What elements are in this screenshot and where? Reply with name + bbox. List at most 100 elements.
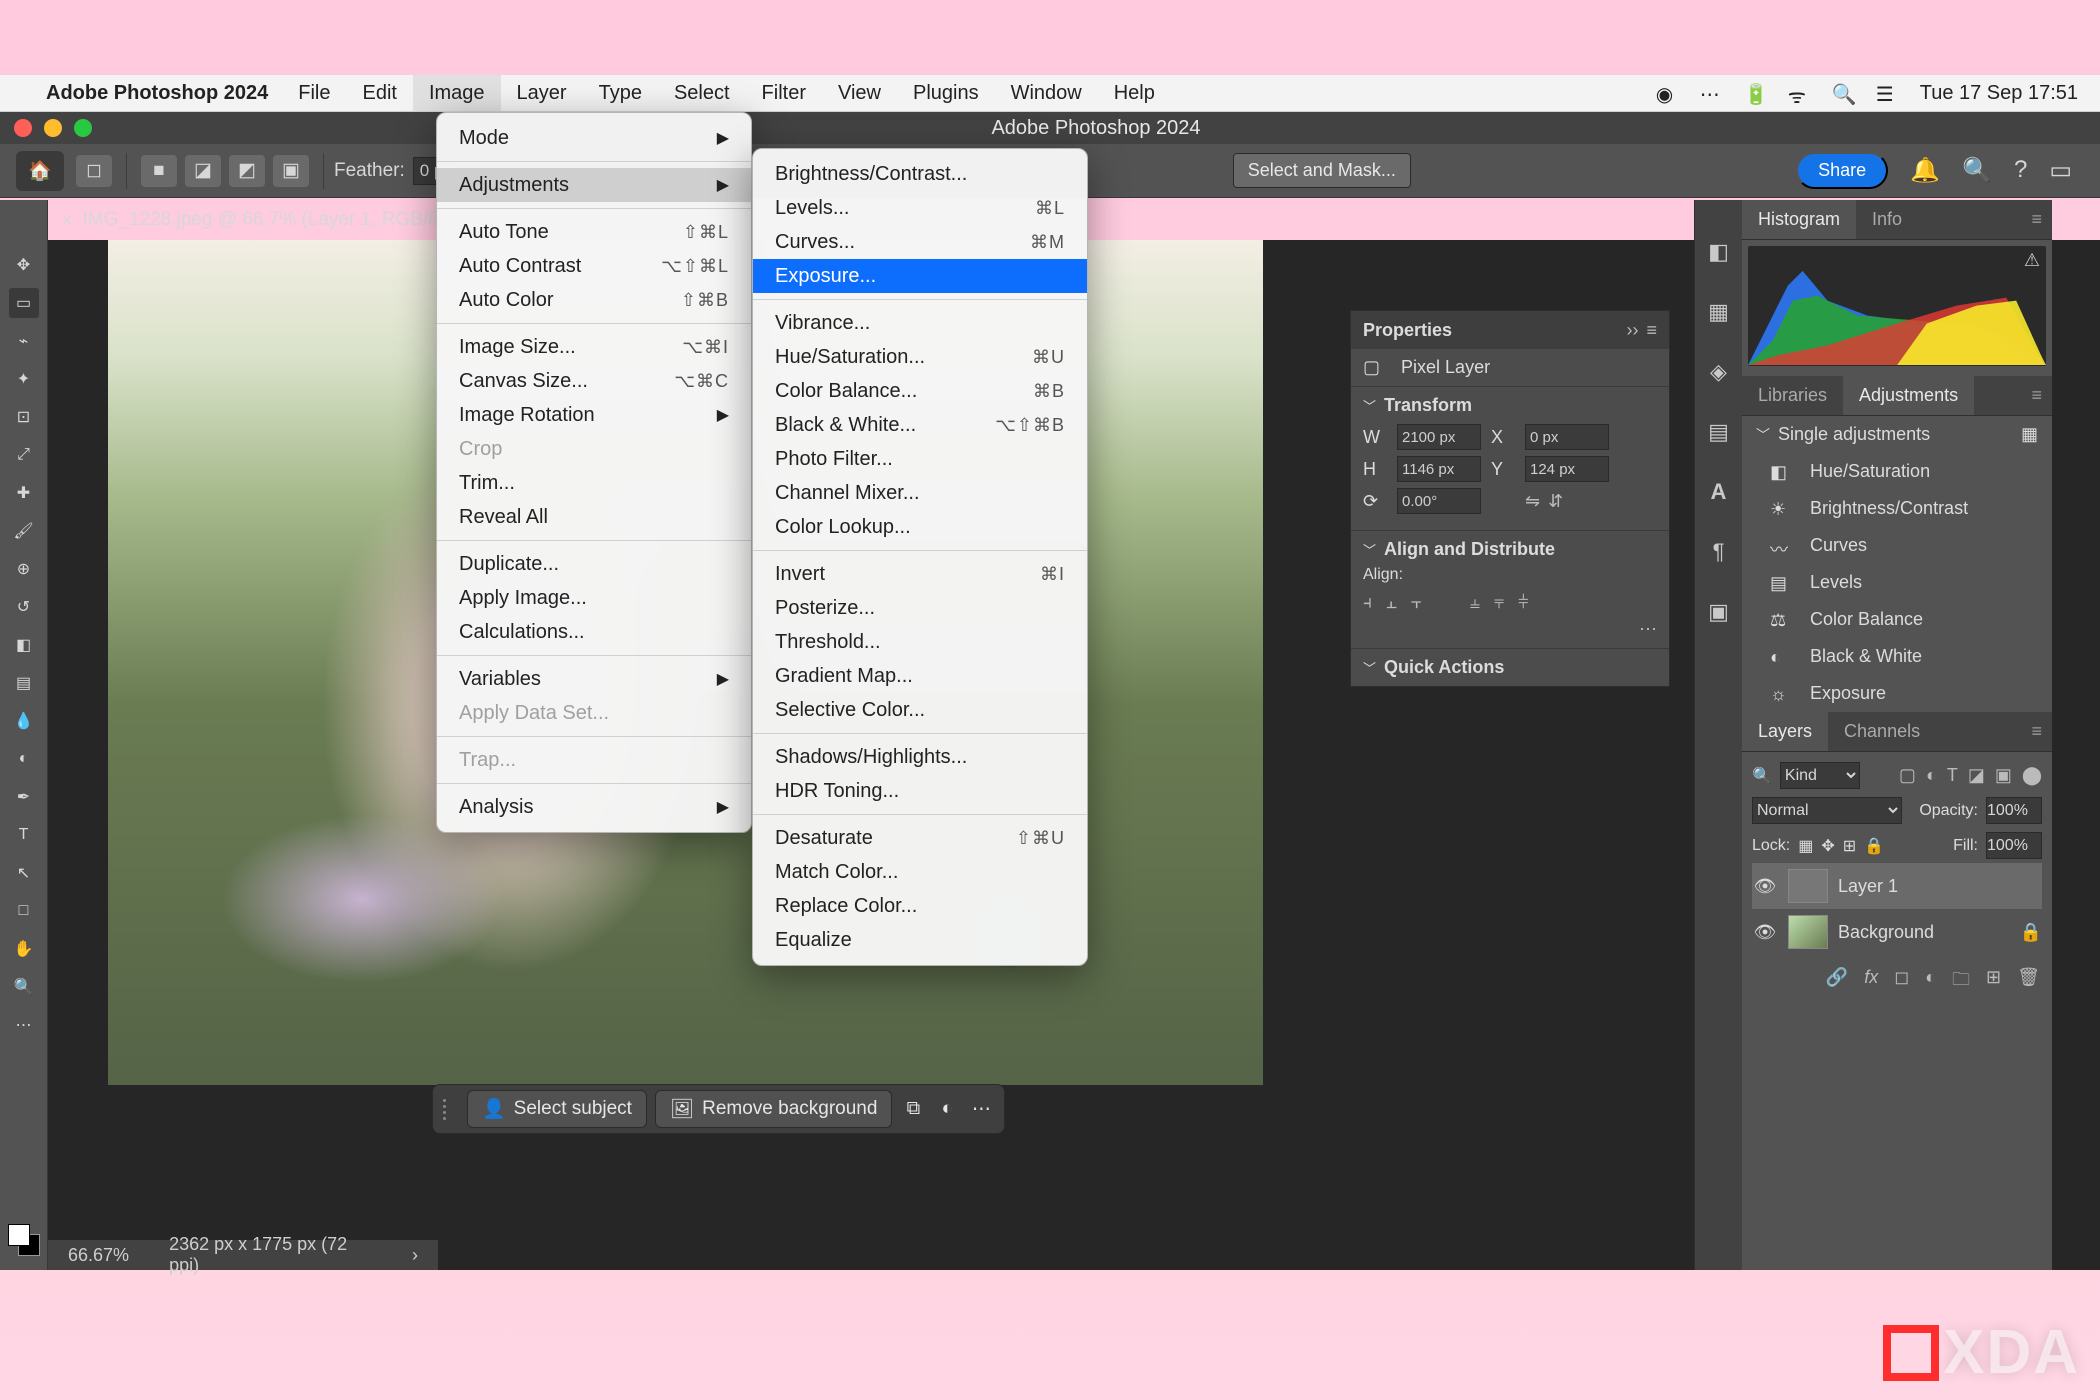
transform-h[interactable] <box>1397 456 1481 482</box>
more-icon[interactable]: ⋯ <box>1363 619 1657 640</box>
menu-item[interactable]: Channel Mixer... <box>753 476 1087 510</box>
notifications-icon[interactable]: 🔔 <box>1910 156 1940 185</box>
path-tool[interactable]: ↖ <box>9 858 39 888</box>
menu-item[interactable]: Variables▶ <box>437 662 751 696</box>
color-swatches[interactable] <box>8 1224 40 1256</box>
layer-fx-icon[interactable]: fx <box>1864 967 1878 997</box>
menu-item[interactable]: Mode▶ <box>437 121 751 155</box>
menu-item[interactable]: Hue/Saturation...⌘U <box>753 340 1087 374</box>
chevron-down-icon[interactable]: ﹀ <box>1363 396 1376 415</box>
chevron-down-icon[interactable]: ﹀ <box>1363 540 1376 559</box>
tab-libraries[interactable]: Libraries <box>1742 376 1843 415</box>
menu-item[interactable]: Brightness/Contrast... <box>753 157 1087 191</box>
layer-mask-icon[interactable]: ◻ <box>1894 967 1909 997</box>
layer-group-icon[interactable]: 🗀 <box>1952 967 1970 997</box>
filter-adjust-icon[interactable]: ◐ <box>1926 765 1937 786</box>
remove-background-button[interactable]: 🖼Remove background <box>655 1090 892 1128</box>
lock-position-icon[interactable]: ✥ <box>1821 836 1834 856</box>
chevron-down-icon[interactable]: ﹀ <box>1756 425 1770 445</box>
close-tab-icon[interactable]: × <box>62 210 73 231</box>
adjustment-preset[interactable]: ▤Levels <box>1742 564 2052 601</box>
flip-v-icon[interactable]: ⇵ <box>1548 491 1563 512</box>
panel-menu-icon[interactable]: ≡ <box>1646 320 1657 341</box>
menu-item[interactable]: Auto Color⇧⌘B <box>437 283 751 317</box>
status-more-icon[interactable]: › <box>412 1245 418 1266</box>
new-layer-icon[interactable]: ⊞ <box>1986 967 2001 997</box>
visibility-icon[interactable]: 👁 <box>1752 922 1778 943</box>
search-icon[interactable]: 🔍 <box>1962 156 1992 185</box>
menu-item[interactable]: Threshold... <box>753 625 1087 659</box>
traffic-close[interactable] <box>14 119 32 137</box>
mac-menu-edit[interactable]: Edit <box>346 75 412 111</box>
mac-menu-view[interactable]: View <box>822 75 897 111</box>
sel-int[interactable]: ▣ <box>273 155 309 187</box>
adjustment-preset[interactable]: ☀Brightness/Contrast <box>1742 490 2052 527</box>
tab-layers[interactable]: Layers <box>1742 712 1828 751</box>
menu-item[interactable]: Calculations... <box>437 615 751 649</box>
menu-item[interactable]: Shadows/Highlights... <box>753 740 1087 774</box>
tab-adjustments[interactable]: Adjustments <box>1843 376 1974 415</box>
transform-x[interactable] <box>1525 424 1609 450</box>
menu-item[interactable]: Curves...⌘M <box>753 225 1087 259</box>
panel-menu-icon[interactable]: ≡ <box>2031 209 2042 230</box>
menu-item[interactable]: Canvas Size...⌥⌘C <box>437 364 751 398</box>
clock[interactable]: Tue 17 Sep 17:51 <box>1920 82 2078 105</box>
mac-menu-window[interactable]: Window <box>995 75 1098 111</box>
gradient-tool[interactable]: ▤ <box>9 668 39 698</box>
align-vcenter-icon[interactable]: ⫧ <box>1494 592 1504 613</box>
filter-type-icon[interactable]: T <box>1947 765 1958 786</box>
filter-shape-icon[interactable]: ◪ <box>1968 765 1985 786</box>
marquee-tool[interactable]: ▭ <box>9 288 39 318</box>
document-tab[interactable]: × IMG_1228.jpeg @ 66.7% (Layer 1, RGB/8) <box>48 200 459 240</box>
sel-sub[interactable]: ◩ <box>229 155 265 187</box>
select-and-mask-button[interactable]: Select and Mask... <box>1233 153 1411 188</box>
menu-item[interactable]: Photo Filter... <box>753 442 1087 476</box>
history-brush-tool[interactable]: ↺ <box>9 592 39 622</box>
adjustment-preset[interactable]: ☼Exposure <box>1742 675 2052 712</box>
link-layers-icon[interactable]: 🔗 <box>1826 967 1848 997</box>
zoom-tool[interactable]: 🔍 <box>9 972 39 1002</box>
layer-thumbnail[interactable] <box>1788 869 1828 903</box>
layer-row[interactable]: 👁Layer 1 <box>1752 863 2042 909</box>
type-tool[interactable]: T <box>9 820 39 850</box>
pen-tool[interactable]: ✒ <box>9 782 39 812</box>
traffic-minimize[interactable] <box>44 119 62 137</box>
transform-y[interactable] <box>1525 456 1609 482</box>
transform-icon[interactable]: ⧉ <box>900 1096 926 1122</box>
workspace-icon[interactable]: ▭ <box>2049 156 2072 185</box>
adjustment-layer-icon[interactable]: ◐ <box>1925 967 1936 997</box>
select-subject-button[interactable]: 👤Select subject <box>467 1090 647 1128</box>
collapse-icon[interactable]: ›› <box>1626 320 1638 341</box>
transform-w[interactable] <box>1397 424 1481 450</box>
mac-menu-image[interactable]: Image <box>413 75 501 111</box>
menu-item[interactable]: HDR Toning... <box>753 774 1087 808</box>
menu-item[interactable]: Selective Color... <box>753 693 1087 727</box>
menu-item[interactable]: Posterize... <box>753 591 1087 625</box>
menu-item[interactable]: Levels...⌘L <box>753 191 1087 225</box>
app-name[interactable]: Adobe Photoshop 2024 <box>46 82 268 105</box>
mac-menu-filter[interactable]: Filter <box>746 75 822 111</box>
collapsed-gradients-icon[interactable]: ◈ <box>1704 360 1734 384</box>
move-tool[interactable]: ✥ <box>9 250 39 280</box>
grid-view-icon[interactable]: ▦ <box>2021 424 2038 445</box>
lock-pixels-icon[interactable]: ▦ <box>1798 836 1813 856</box>
mac-menu-select[interactable]: Select <box>658 75 746 111</box>
fill-input[interactable] <box>1986 832 2042 859</box>
brush-tool[interactable]: 🖌 <box>9 516 39 546</box>
menu-item[interactable]: Exposure... <box>753 259 1087 293</box>
lock-all-icon[interactable]: 🔒 <box>1864 836 1884 856</box>
menu-item[interactable]: Adjustments▶ <box>437 168 751 202</box>
menu-item[interactable]: Invert⌘I <box>753 557 1087 591</box>
delete-layer-icon[interactable]: 🗑 <box>2017 967 2040 997</box>
spotlight-icon[interactable]: 🔍 <box>1832 82 1854 104</box>
menu-item[interactable]: Image Size...⌥⌘I <box>437 330 751 364</box>
mac-menu-type[interactable]: Type <box>583 75 658 111</box>
battery-icon[interactable]: 🔋 <box>1744 82 1766 104</box>
align-hcenter-icon[interactable]: ⫠ <box>1386 592 1397 613</box>
visibility-icon[interactable]: 👁 <box>1752 876 1778 897</box>
mac-menu-plugins[interactable]: Plugins <box>897 75 995 111</box>
help-icon[interactable]: ? <box>2014 156 2027 185</box>
tab-channels[interactable]: Channels <box>1828 712 1936 751</box>
drag-handle-icon[interactable] <box>443 1099 453 1120</box>
blur-tool[interactable]: 💧 <box>9 706 39 736</box>
